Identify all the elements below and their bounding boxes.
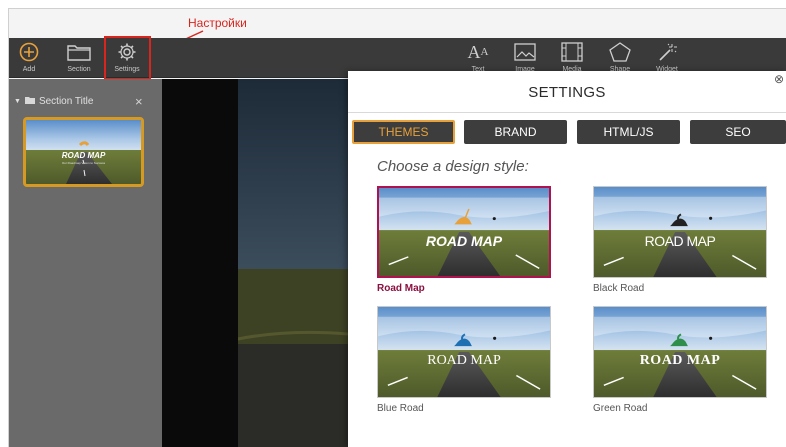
add-button[interactable]: Add: [14, 38, 44, 78]
add-label: Add: [22, 66, 36, 73]
magic-wand-icon: [657, 40, 677, 64]
section-header[interactable]: ▼ Section Title: [14, 96, 93, 107]
pentagon-icon: [609, 40, 631, 64]
thumbnail-title: ROAD MAP: [61, 151, 106, 160]
settings-highlight-box: [104, 36, 151, 80]
section-title: Section Title: [38, 96, 94, 107]
folder-small-icon: [24, 96, 35, 107]
section-button[interactable]: Section: [60, 38, 98, 78]
media-icon: [561, 40, 583, 64]
slide-thumbnail[interactable]: ROAD MAP Our Roadmap Vision to Success: [23, 117, 144, 187]
style-card-green-road[interactable]: ROAD MAP Green Road: [593, 306, 767, 414]
style-name-blue-road: Blue Road: [377, 403, 424, 414]
design-style-prompt: Choose a design style:: [377, 158, 529, 175]
annotation-label: Настройки: [188, 16, 247, 30]
caret-down-icon: ▼: [14, 98, 21, 105]
tab-brand[interactable]: BRAND: [464, 120, 567, 144]
style-preview-road-map: [377, 186, 551, 278]
folder-icon: [66, 40, 92, 64]
close-icon[interactable]: ×: [135, 94, 143, 109]
section-label: Section: [67, 66, 91, 73]
image-icon: [514, 40, 536, 64]
style-banner-black-road: ROAD MAP: [644, 233, 716, 249]
style-preview-blue-road: [377, 306, 551, 398]
style-name-road-map: Road Map: [377, 283, 425, 294]
settings-divider: [348, 112, 786, 113]
thumbnail-subtitle: Our Roadmap Vision to Success: [61, 161, 106, 165]
style-banner-green-road: ROAD MAP: [639, 353, 721, 368]
style-preview-green-road: [593, 306, 767, 398]
style-card-road-map[interactable]: ROAD MAP Road Map: [377, 186, 551, 294]
style-preview-black-road: [593, 186, 767, 278]
style-banner-road-map: ROAD MAP: [425, 233, 503, 249]
canvas-background-photo: [238, 79, 348, 447]
style-banner-blue-road: ROAD MAP: [427, 353, 501, 368]
style-name-green-road: Green Road: [593, 403, 648, 414]
plus-circle-icon: [19, 40, 39, 64]
text-icon: AA: [467, 41, 489, 62]
tab-html-js[interactable]: HTML/JS: [577, 120, 680, 144]
style-name-black-road: Black Road: [593, 283, 645, 294]
settings-title: SETTINGS: [528, 84, 606, 101]
style-card-black-road[interactable]: ROAD MAP Black Road: [593, 186, 767, 294]
tab-seo[interactable]: SEO: [690, 120, 786, 144]
style-card-blue-road[interactable]: ROAD MAP Blue Road: [377, 306, 551, 414]
tab-themes[interactable]: THEMES: [352, 120, 455, 144]
canvas-left-edge: [162, 79, 238, 447]
